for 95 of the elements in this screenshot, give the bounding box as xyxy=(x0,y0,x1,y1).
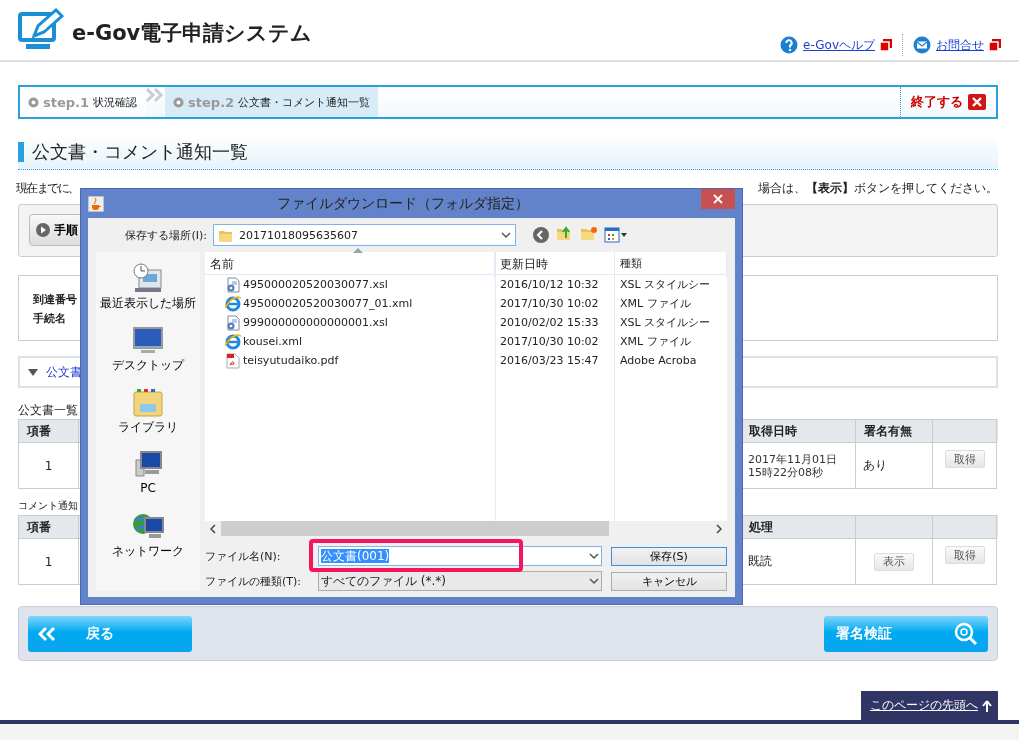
chevron-right-icon xyxy=(716,523,722,534)
monitor-pencil-icon xyxy=(18,8,64,52)
site-title: e-Gov電子申請システム xyxy=(72,20,313,47)
computer-icon xyxy=(131,324,165,356)
file-type: Adobe Acroba xyxy=(619,354,698,367)
bullet-icon xyxy=(173,96,185,108)
file-row[interactable]: kousei.xml 2017/10/30 10:02 XML ファイル xyxy=(205,332,727,351)
stylesheet-file-icon xyxy=(225,276,241,293)
column-header: 項番 xyxy=(18,515,78,539)
file-date: 2010/02/02 15:33 xyxy=(499,316,600,329)
folder-icon xyxy=(131,386,165,418)
chevron-down-icon xyxy=(589,552,599,560)
column-header: 署名有無 xyxy=(855,419,932,443)
field-label: 手続名 xyxy=(33,311,66,326)
section-link[interactable]: 公文書 xyxy=(46,363,82,381)
external-link-icon xyxy=(880,39,892,51)
place-item[interactable]: ネットワーク xyxy=(112,510,184,570)
play-icon xyxy=(36,223,50,237)
close-button[interactable] xyxy=(701,189,735,209)
browser-file-icon xyxy=(225,333,241,350)
file-row[interactable]: teisyutudaiko.pdf 2016/03/23 15:47 Adobe Acroba xyxy=(205,351,727,370)
browser-file-icon xyxy=(225,295,241,312)
file-type: XSL スタイルシー xyxy=(619,277,712,292)
double-chevron-icon xyxy=(145,87,166,103)
table-caption: コメント通知 xyxy=(18,499,79,513)
pdf-file-icon xyxy=(225,352,241,369)
mail-icon xyxy=(913,36,931,54)
file-name: 495000020520030077_01.xml xyxy=(243,297,413,310)
get-button[interactable]: 取得 xyxy=(944,450,985,468)
table-cell: あり xyxy=(855,442,932,489)
table-cell: 2017年11月01日 xyxy=(748,452,837,466)
file-date: 2016/10/12 10:32 xyxy=(499,278,600,291)
file-row[interactable]: 495000020520030077_01.xml 2017/10/30 10:02 XML ファイル xyxy=(205,294,727,313)
get-button[interactable]: 取得 xyxy=(944,546,985,564)
file-type: XSL スタイルシー xyxy=(619,315,712,330)
place-item[interactable]: 最近表示した場所 xyxy=(100,262,196,322)
close-icon xyxy=(968,94,986,110)
help-icon xyxy=(780,36,799,54)
file-date: 2017/10/30 10:02 xyxy=(499,297,600,310)
clock-window-icon xyxy=(131,262,165,294)
view-button[interactable]: 表示 xyxy=(874,552,914,571)
search-icon xyxy=(954,621,978,646)
place-item[interactable]: デスクトップ xyxy=(112,324,184,384)
page-top-link[interactable]: このページの先頭へ xyxy=(861,691,998,720)
field-label: ファイルの種類(T): xyxy=(205,573,302,589)
file-type: XML ファイル xyxy=(619,296,692,311)
file-name: 999000000000000001.xsl xyxy=(243,316,388,329)
file-date: 2017/10/30 10:02 xyxy=(499,335,600,348)
location-dropdown[interactable]: 20171018095635607 xyxy=(213,224,516,246)
page-heading: 公文書・コメント通知一覧 xyxy=(32,140,248,164)
file-row[interactable]: 495000020520030077.xsl 2016/10/12 10:32 XSL スタイルシー xyxy=(205,275,727,294)
table-cell: 1 xyxy=(18,442,78,489)
place-item[interactable]: ライブラリ xyxy=(118,386,178,446)
field-label: ファイル名(N): xyxy=(205,548,282,564)
field-label: 保存する場所(I): xyxy=(124,227,208,243)
up-arrow-icon xyxy=(982,699,992,712)
external-link-icon xyxy=(989,39,1001,51)
cup-icon xyxy=(88,195,104,212)
cancel-button[interactable]: キャンセル xyxy=(611,571,727,591)
chevron-down-icon xyxy=(589,577,599,585)
column-header[interactable]: 更新日時 xyxy=(495,252,615,277)
file-date: 2016/03/23 15:47 xyxy=(499,354,600,367)
table-cell: 15時22分08秒 xyxy=(748,465,823,479)
file-name: kousei.xml xyxy=(243,335,302,348)
instruction-text: 場合は、【表示】ボタンを押してください。 xyxy=(758,180,998,196)
header-link[interactable]: e-Govヘルプ xyxy=(780,36,892,54)
caret-icon xyxy=(28,368,38,376)
file-name: 495000020520030077.xsl xyxy=(243,278,388,291)
field-label: 到達番号 xyxy=(33,292,77,307)
column-header: 項番 xyxy=(18,419,78,443)
double-chevron-left-icon xyxy=(38,625,56,642)
file-name: teisyutudaiko.pdf xyxy=(243,354,339,367)
header-link[interactable]: お問合せ xyxy=(913,36,1001,54)
table-caption: 公文書一覧 xyxy=(18,403,79,417)
dialog-title: ファイルダウンロード（フォルダ指定） xyxy=(275,194,530,213)
view-menu-icon[interactable] xyxy=(604,227,628,243)
save-button[interactable]: 保存(S) xyxy=(611,546,727,566)
chevron-left-icon xyxy=(210,523,216,534)
step-number: step.2 xyxy=(188,94,235,110)
step-number: step.1 xyxy=(43,94,90,110)
bullet-icon xyxy=(28,96,39,108)
step-label: 状況確認 xyxy=(93,94,138,110)
column-header[interactable]: 種類 xyxy=(615,252,727,277)
exit-button[interactable]: 終了する xyxy=(900,87,996,117)
step-label: 公文書・コメント通知一覧 xyxy=(238,94,371,110)
table-cell: 1 xyxy=(18,538,78,585)
instruction-text: 現在までに、 xyxy=(16,180,79,196)
close-icon xyxy=(713,194,723,204)
back-icon[interactable] xyxy=(532,226,550,244)
filetype-dropdown[interactable]: すべてのファイル (*.*) xyxy=(318,571,602,591)
file-row[interactable]: 999000000000000001.xsl 2010/02/02 15:33 XSL スタイルシー xyxy=(205,313,727,332)
chevron-down-icon xyxy=(501,231,511,239)
stylesheet-file-icon xyxy=(225,314,241,331)
file-type: XML ファイル xyxy=(619,334,692,349)
place-item[interactable]: PC xyxy=(131,448,165,508)
